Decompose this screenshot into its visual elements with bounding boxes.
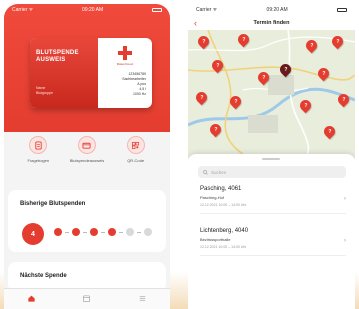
list-item[interactable]: Pasching, 4061 Pasching-Hof 12.12.2021 1… <box>200 186 346 214</box>
map-view[interactable]: ? ? ? ? ? ? ? ? ? ? ? ? ? ? <box>188 30 355 158</box>
calendar-icon <box>83 295 91 303</box>
progress-dot-filled <box>54 228 62 236</box>
map-pin-icon[interactable]: ? <box>297 97 314 114</box>
red-cross-logo-icon <box>118 46 132 60</box>
quick-action-questionnaire[interactable]: Fragebogen <box>14 136 62 163</box>
nav-bar: ‹ Termin finden <box>188 16 355 30</box>
map-pin-icon[interactable]: ? <box>209 57 226 74</box>
list-item[interactable]: Lichtenberg, 4040 Bezirkssporthalle 12.1… <box>200 228 346 256</box>
map-pin-icon[interactable]: ? <box>227 93 244 110</box>
entry-place: Pasching, 4061 <box>200 186 242 192</box>
map-pin-icon[interactable]: ? <box>195 33 212 50</box>
search-icon <box>203 169 208 175</box>
tab-home[interactable] <box>27 290 36 308</box>
entry-time: 12.12.2021 10:00 – 14:00 Uhr <box>200 245 247 249</box>
progress-dash <box>65 231 69 233</box>
progress-dot-filled <box>72 228 80 236</box>
map-pin-icon[interactable]: ? <box>303 37 320 54</box>
battery-icon <box>337 8 347 12</box>
search-input[interactable]: Suchen <box>198 166 346 178</box>
map-pin-icon[interactable]: ? <box>321 123 338 140</box>
progress-dot-empty <box>126 228 134 236</box>
progress-dot-filled <box>90 228 98 236</box>
sheet-grabber[interactable] <box>262 158 280 160</box>
carrier-label: Carrier ᯤ <box>12 7 34 13</box>
card-details: 123456789 Sachbearbeiter A pos 4,5 l 100… <box>102 72 146 97</box>
quick-action-card[interactable]: Blutspendeausweis <box>63 136 111 163</box>
map-pin-icon[interactable]: ? <box>255 69 272 86</box>
status-bar: Carrier ᯤ 09:20 AM <box>4 4 170 16</box>
blood-donor-card[interactable]: BLUTSPENDE AUSWEIS Name Blutgruppe Rotes… <box>30 38 152 108</box>
clock-label: 09:20 AM <box>82 7 104 13</box>
tab-calendar[interactable] <box>82 290 91 308</box>
chevron-right-icon: › <box>344 196 346 202</box>
section-heading: Nächste Spende <box>20 273 67 279</box>
tab-more[interactable] <box>138 290 147 308</box>
carrier-label: Carrier ᯤ <box>196 7 218 13</box>
donation-count-badge: 4 <box>22 223 44 245</box>
entry-venue: Bezirkssporthalle <box>200 237 231 242</box>
map-pin-icon[interactable]: ? <box>315 65 332 82</box>
progress-dash <box>101 231 105 233</box>
entry-time: 12.12.2021 10:00 – 14:00 Uhr <box>200 203 247 207</box>
card-red-panel: BLUTSPENDE AUSWEIS Name Blutgruppe <box>30 38 98 108</box>
page-title: Termin finden <box>253 20 290 26</box>
quick-action-label: Blutspendeausweis <box>69 158 105 163</box>
battery-icon <box>152 8 162 12</box>
divider <box>200 255 346 256</box>
section-heading: Bisherige Blutspenden <box>20 201 86 207</box>
divider <box>200 213 346 214</box>
card-subtitle: Name Blutgruppe <box>36 86 53 95</box>
donations-section[interactable]: Bisherige Blutspenden 4 <box>8 190 166 252</box>
quick-action-label: QR-Code <box>127 158 145 163</box>
more-icon <box>139 296 146 301</box>
progress-dash <box>137 231 141 233</box>
progress-dot-empty <box>144 228 152 236</box>
home-icon <box>28 295 35 302</box>
clock-label: 09:20 AM <box>266 7 288 13</box>
map-pin-icon[interactable]: ? <box>329 33 346 50</box>
quick-actions: Fragebogen Blutspendeausweis QR-Code <box>4 136 170 182</box>
card-brand: Rotes Kreuz <box>116 62 134 66</box>
back-button[interactable]: ‹ <box>194 18 197 28</box>
entry-venue: Pasching-Hof <box>200 195 225 200</box>
map-pin-icon[interactable]: ? <box>335 91 352 108</box>
quick-action-label: Fragebogen <box>27 158 50 163</box>
card-title: BLUTSPENDE AUSWEIS <box>36 50 79 63</box>
tab-bar <box>4 288 170 309</box>
progress-dash <box>83 231 87 233</box>
search-placeholder: Suchen <box>211 169 227 175</box>
card-icon <box>77 136 96 154</box>
donation-progress <box>54 228 152 236</box>
document-icon <box>29 136 48 154</box>
map-pin-selected-icon[interactable]: ? <box>277 61 294 78</box>
donation-count: 4 <box>31 230 35 238</box>
card-detail: 1000 Hz <box>132 92 146 96</box>
appointment-list-sheet[interactable]: Suchen Pasching, 4061 Pasching-Hof 12.12… <box>188 154 355 309</box>
quick-action-qr[interactable]: QR-Code <box>112 136 160 163</box>
map-pin-icon[interactable]: ? <box>193 89 210 106</box>
find-appointment-screen: Carrier ᯤ 09:20 AM ‹ Termin finden ? ? ?… <box>188 4 355 309</box>
progress-dot-filled <box>108 228 116 236</box>
home-screen: Carrier ᯤ 09:20 AM BLUTSPENDE AUSWEIS Na… <box>4 4 170 309</box>
entry-place: Lichtenberg, 4040 <box>200 228 249 234</box>
map-pin-icon[interactable]: ? <box>207 121 224 138</box>
map-pin-icon[interactable]: ? <box>235 31 252 48</box>
chevron-right-icon: › <box>344 238 346 244</box>
progress-dash <box>119 231 123 233</box>
status-bar: Carrier ᯤ 09:20 AM <box>188 4 355 16</box>
qr-icon <box>126 136 145 154</box>
